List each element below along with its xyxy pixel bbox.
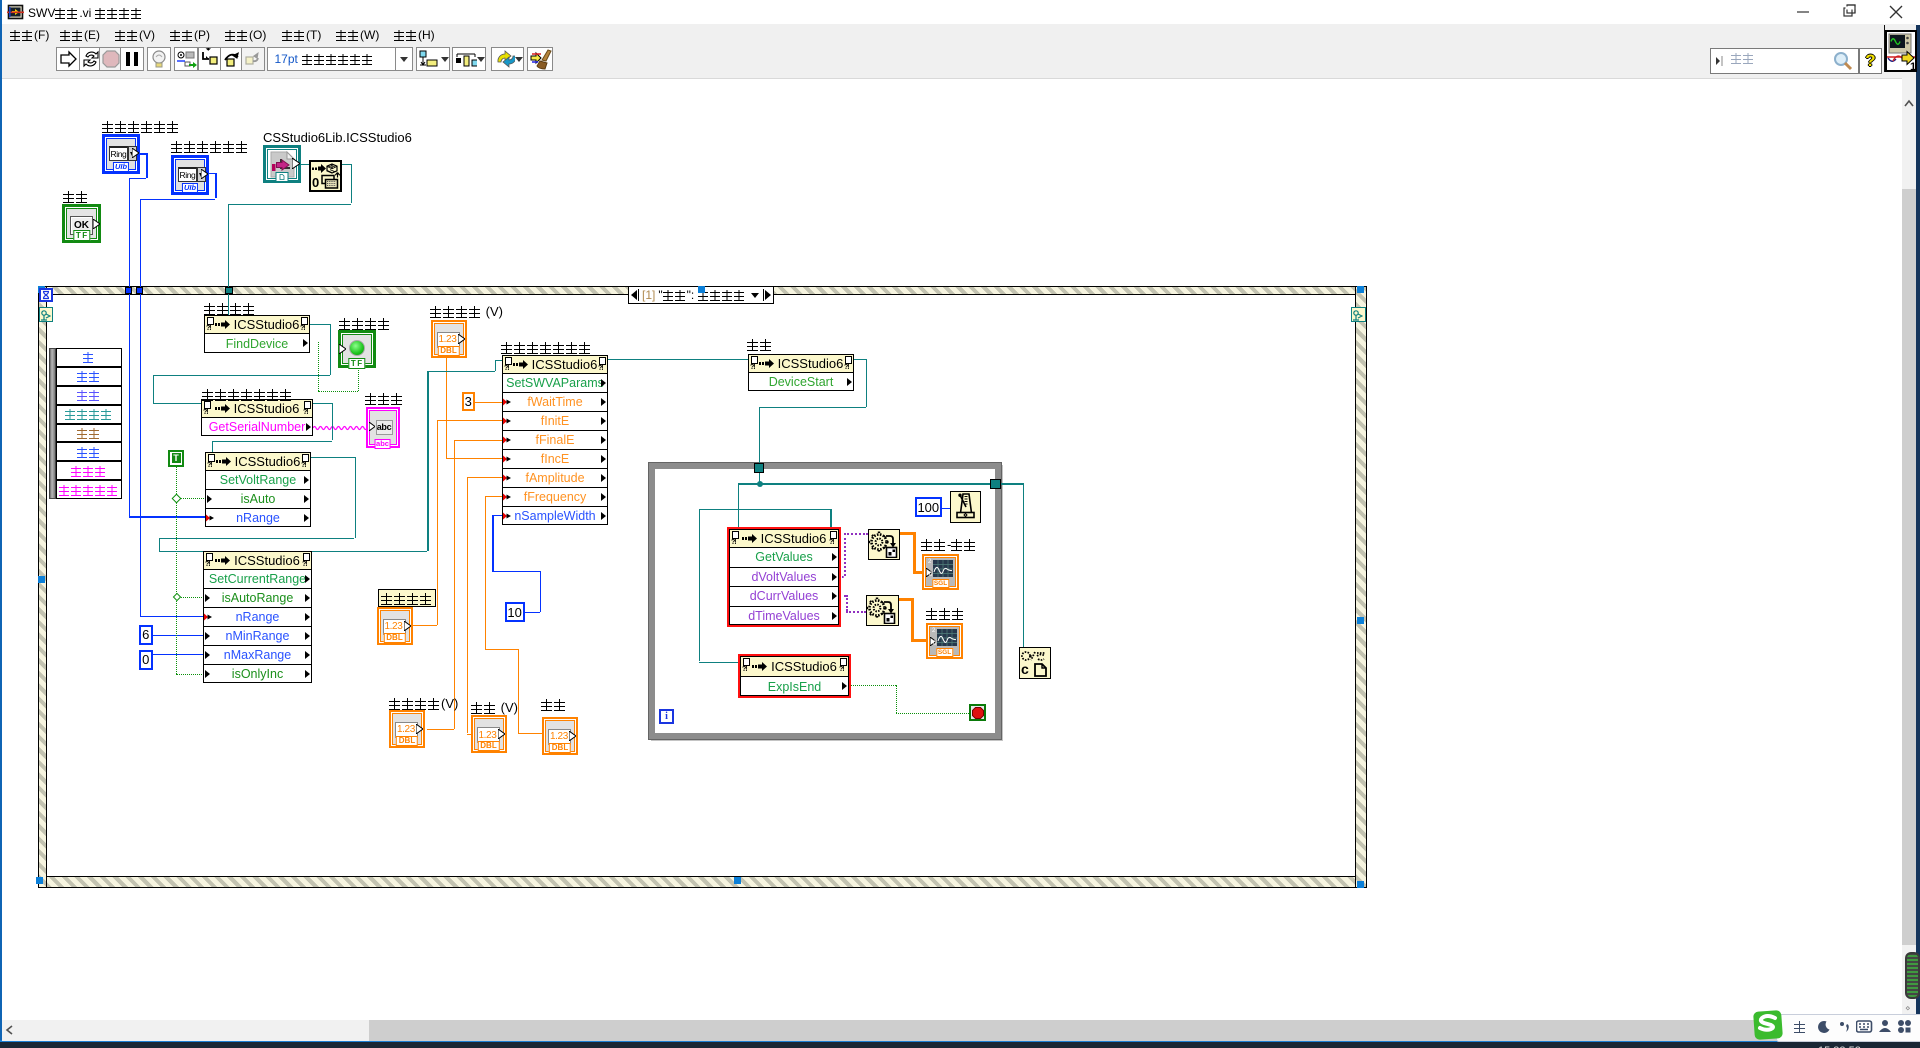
svg-text:0: 0 [312,175,319,190]
svg-text:c: c [1021,661,1029,677]
svg-text:1: 1 [1910,61,1916,72]
